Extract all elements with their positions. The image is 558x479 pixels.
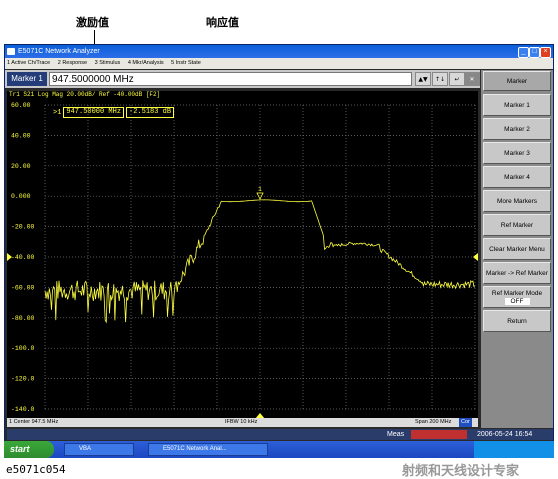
menu-stimulus[interactable]: 3 Stimulus [95, 60, 121, 66]
menu-instr-state[interactable]: 5 Instr State [171, 60, 201, 66]
status-datetime: 2006-05-24 16:54 [477, 431, 533, 438]
y-tick-label: 20.00 [11, 163, 31, 170]
softkey-marker-4[interactable]: Marker 4 [483, 166, 551, 188]
trace-graph: 60.00 40.00 20.00 0.000 -20.00 -40.00 -60.00 -8… [7, 102, 478, 419]
cor-badge: Cor [459, 418, 472, 427]
response-callout: 响应值 [206, 16, 239, 29]
system-tray [474, 441, 554, 458]
softkey-marker-1[interactable]: Marker 1 [483, 94, 551, 116]
menu-mkr-analysis[interactable]: 4 Mkr/Analysis [128, 60, 164, 66]
softkey-ref-marker[interactable]: Ref Marker [483, 214, 551, 236]
y-tick-label: 60.00 [11, 102, 31, 109]
status-bar: Meas 2006-05-24 16:54 [7, 429, 553, 440]
ref-marker-mode-value: OFF [504, 297, 530, 305]
window-title: E5071C Network Analyzer [18, 48, 100, 55]
watermark: 射频和天线设计专家 [402, 464, 520, 479]
menu-active-ch-trace[interactable]: 1 Active Ch/Trace [7, 60, 50, 66]
menu-response[interactable]: 2 Response [58, 60, 87, 66]
analyzer-window: E5071C Network Analyzer _ □ × 1 Active C… [4, 44, 554, 457]
softkey-marker-to-ref[interactable]: Marker -> Ref Marker [483, 262, 551, 284]
marker-readout-frequency: 947.50000 MHz [63, 107, 125, 118]
menu-bar: 1 Active Ch/Trace 2 Response 3 Stimulus … [5, 58, 553, 69]
spin-up-down-icon[interactable]: ▲▼ [415, 72, 431, 86]
status-indicators [411, 430, 467, 439]
step-icon[interactable]: ↑↓ [432, 72, 448, 86]
softkey-return[interactable]: Return [483, 310, 551, 332]
marker-1-flag-label: 1 [258, 186, 262, 193]
y-tick-label: 40.00 [11, 132, 31, 139]
entry-label: Marker 1 [7, 72, 47, 86]
y-tick-label: -20.00 [11, 224, 35, 231]
taskbar-item-vba[interactable]: VBA [64, 443, 134, 456]
marker-readout-value: -2.5183 dB [126, 107, 175, 118]
ifbw: IFBW 10 kHz [225, 419, 258, 425]
y-tick-label: -80.00 [11, 315, 35, 322]
meas-status: Meas [387, 431, 405, 438]
maximize-button[interactable]: □ [529, 47, 540, 58]
y-tick-label: -100.0 [11, 345, 35, 352]
ref-marker-mode-label: Ref Marker Mode [491, 289, 543, 297]
softkey-panel: Marker Marker 1 Marker 2 Marker 3 Marker… [481, 70, 553, 428]
softkey-clear-marker-menu[interactable]: Clear Marker Menu [483, 238, 551, 260]
softkey-more-markers[interactable]: More Markers [483, 190, 551, 212]
enter-icon[interactable]: ↵ [449, 72, 465, 86]
softkey-ref-marker-mode[interactable]: Ref Marker Mode OFF [483, 286, 551, 308]
minimize-button[interactable]: _ [518, 47, 529, 58]
y-tick-label: -140.0 [11, 406, 35, 413]
span: Span 200 MHz [415, 419, 452, 425]
marker-readout-id: >1 [53, 108, 62, 117]
center-frequency: 1 Center 947.5 MHz [9, 419, 59, 425]
y-tick-label: -40.00 [11, 254, 35, 261]
title-bar: E5071C Network Analyzer _ □ × [5, 45, 553, 58]
excitation-callout: 激励值 [76, 16, 109, 29]
marker-readout: >1 947.50000 MHz -2.5183 dB [53, 107, 175, 118]
y-tick-label: -120.0 [11, 376, 35, 383]
entry-bar: Marker 1 947.5000000 MHz ▲▼ ↑↓ ↵ ✕ [5, 70, 480, 88]
softkey-marker-2[interactable]: Marker 2 [483, 118, 551, 140]
ref-level-right-marker [473, 253, 478, 261]
plot-footer: 1 Center 947.5 MHz IFBW 10 kHz Span 200 … [7, 418, 478, 427]
start-button[interactable]: start [4, 441, 54, 458]
y-tick-label: -60.00 [11, 284, 35, 291]
close-entry-icon[interactable]: ✕ [464, 72, 480, 86]
close-button[interactable]: × [540, 47, 551, 58]
marker-frequency-input[interactable]: 947.5000000 MHz [49, 72, 412, 86]
figure-caption: e5071c054 [6, 463, 66, 476]
trace-plot: Tr1 S21 Log Mag 20.00dB/ Ref -40.00dB [F… [7, 91, 478, 419]
softkey-title: Marker [483, 71, 551, 91]
app-icon [7, 48, 15, 55]
taskbar-item-analyzer[interactable]: E5071C Network Anal... [148, 443, 268, 456]
taskbar: start VBA E5071C Network Anal... [4, 441, 554, 458]
y-tick-label: 0.000 [11, 193, 31, 200]
softkey-marker-3[interactable]: Marker 3 [483, 142, 551, 164]
